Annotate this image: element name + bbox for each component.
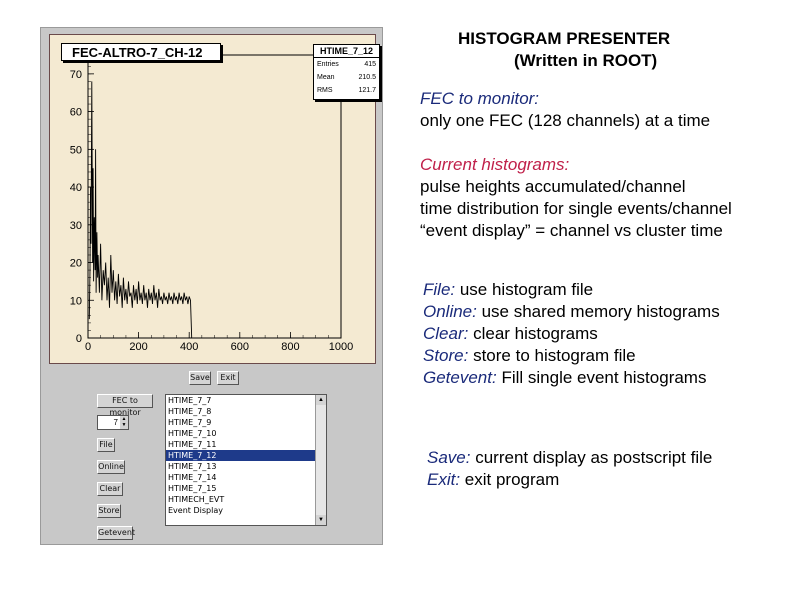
- histogram-title: FEC-ALTRO-7_CH-12: [61, 43, 221, 61]
- stats-row: Entries 415: [317, 61, 376, 68]
- x-tick-label: 1000: [329, 341, 353, 353]
- desc-item: File: use histogram file: [423, 280, 594, 299]
- list-item[interactable]: HTIME_7_10: [166, 428, 326, 439]
- buttons-description: File: use histogram file Online: use sha…: [423, 279, 720, 389]
- current-line: “event display” = channel vs cluster tim…: [420, 221, 723, 240]
- fec-text: only one FEC (128 channels) at a time: [420, 111, 711, 130]
- desc-item: Exit: exit program: [427, 470, 560, 489]
- list-scrollbar[interactable]: ▲ ▼: [315, 395, 326, 525]
- exit-button[interactable]: Exit: [217, 371, 239, 385]
- stats-box: HTIME_7_12 Entries 415 Mean 210.5 RMS 121.7: [313, 44, 380, 100]
- list-item[interactable]: Event Display: [166, 505, 326, 516]
- histogram-canvas: 0 10 20 30 40 50 60 70 0 200 400 600 800 1000 FEC-ALT…: [49, 34, 380, 364]
- y-tick-label: 70: [70, 69, 82, 81]
- scroll-down-icon[interactable]: ▼: [316, 515, 326, 525]
- current-line: time distribution for single events/chan…: [420, 199, 732, 218]
- list-item[interactable]: HTIME_7_13: [166, 461, 326, 472]
- y-tick-label: 30: [70, 220, 82, 232]
- desc-item: Getevent: Fill single event histograms: [423, 368, 707, 387]
- current-line: pulse heights accumulated/channel: [420, 177, 686, 196]
- spinner-arrows-icon[interactable]: ▲ ▼: [120, 416, 128, 429]
- y-tick-label: 20: [70, 258, 82, 270]
- clear-button[interactable]: Clear: [97, 482, 123, 496]
- fec-description: FEC to monitor: only one FEC (128 channe…: [420, 88, 710, 132]
- y-tick-label: 10: [70, 295, 82, 307]
- list-item[interactable]: HTIME_7_8: [166, 406, 326, 417]
- stats-row: Mean 210.5: [317, 74, 376, 81]
- plot-frame: [87, 54, 342, 339]
- list-item[interactable]: HTIME_7_15: [166, 483, 326, 494]
- stats-name: HTIME_7_12: [314, 45, 379, 58]
- save-exit-description: Save: current display as postscript file…: [427, 447, 712, 491]
- stats-row: RMS 121.7: [317, 87, 376, 94]
- x-tick-label: 200: [129, 341, 147, 353]
- y-tick-label: 50: [70, 144, 82, 156]
- online-button[interactable]: Online: [97, 460, 125, 474]
- x-tick-label: 800: [281, 341, 299, 353]
- y-tick-label: 0: [76, 333, 82, 345]
- list-item[interactable]: HTIMECH_EVT: [166, 494, 326, 505]
- desc-item: Online: use shared memory histograms: [423, 302, 720, 321]
- x-tick-label: 0: [85, 341, 91, 353]
- y-tick-label: 60: [70, 107, 82, 119]
- list-item[interactable]: HTIME_7_9: [166, 417, 326, 428]
- x-tick-label: 600: [231, 341, 249, 353]
- desc-item: Clear: clear histograms: [423, 324, 598, 343]
- page-title: HISTOGRAM PRESENTER: [458, 29, 671, 48]
- save-button[interactable]: Save: [189, 371, 211, 385]
- current-label: Current histograms:: [420, 155, 570, 174]
- store-button[interactable]: Store: [97, 504, 121, 518]
- page-subtitle: (Written in ROOT): [514, 51, 658, 70]
- list-item[interactable]: HTIME_7_12: [166, 450, 326, 461]
- desc-item: Store: store to histogram file: [423, 346, 636, 365]
- list-item[interactable]: HTIME_7_14: [166, 472, 326, 483]
- list-item[interactable]: HTIME_7_11: [166, 439, 326, 450]
- histogram-list[interactable]: HTIME_7_7 HTIME_7_8 HTIME_7_9 HTIME_7_10 HTI…: [165, 394, 327, 526]
- fec-number-spinner[interactable]: 7 ▲ ▼: [97, 415, 129, 430]
- root-window: 0 10 20 30 40 50 60 70 0 200 400 600 800 1000 FEC-ALT…: [40, 27, 383, 545]
- y-tick-label: 40: [70, 182, 82, 194]
- fec-label: FEC to monitor:: [420, 89, 540, 108]
- desc-item: Save: current display as postscript file: [427, 448, 713, 467]
- scroll-up-icon[interactable]: ▲: [316, 395, 326, 405]
- file-button[interactable]: File: [97, 438, 115, 452]
- getevent-button[interactable]: Getevent: [97, 526, 135, 540]
- list-item[interactable]: HTIME_7_7: [166, 395, 326, 406]
- x-tick-label: 400: [180, 341, 198, 353]
- current-histograms-description: Current histograms: pulse heights accumu…: [420, 154, 732, 242]
- fec-to-monitor-button[interactable]: FEC to monitor: [97, 394, 153, 417]
- fec-number-value: 7: [113, 418, 118, 427]
